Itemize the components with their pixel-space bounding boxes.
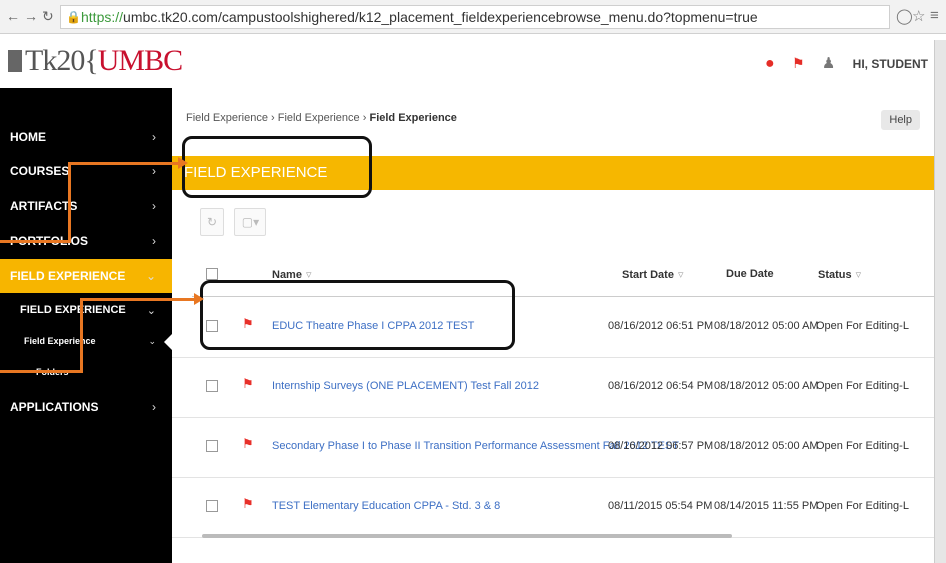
row-start-date: 08/16/2012 06:57 PM xyxy=(608,440,714,452)
annotation-box-first-row xyxy=(200,280,515,350)
url-protocol: https:// xyxy=(81,9,124,25)
row-start-date: 08/16/2012 06:54 PM xyxy=(608,380,714,392)
logo-mark-icon xyxy=(8,50,22,72)
row-due-date: 08/18/2012 05:00 AM xyxy=(714,440,819,452)
row-due-date: 08/18/2012 05:00 AM xyxy=(714,380,819,392)
chevron-right-icon: › xyxy=(152,130,156,144)
annotation-line xyxy=(0,370,82,373)
sidebar-item-home[interactable]: HOME › xyxy=(0,120,172,154)
toolbar: ↻ ▢▾ xyxy=(200,208,272,236)
sidebar-item-artifacts[interactable]: ARTIFACTS › xyxy=(0,189,172,223)
sort-icon: ▿ xyxy=(855,269,862,281)
breadcrumb-item[interactable]: Field Experience xyxy=(278,112,360,124)
annotation-line xyxy=(80,298,196,301)
flag-icon[interactable]: ⚑ xyxy=(792,55,805,71)
shield-icon[interactable]: ◯ xyxy=(896,7,913,25)
chat-bubble-icon[interactable]: ● xyxy=(765,55,775,72)
row-start-date: 08/16/2012 06:51 PM xyxy=(608,320,714,332)
breadcrumb-separator: › xyxy=(271,112,275,124)
chevron-right-icon: › xyxy=(152,234,156,248)
help-button[interactable]: Help xyxy=(881,110,920,130)
annotation-arrowhead xyxy=(178,157,188,169)
breadcrumb-item[interactable]: Field Experience xyxy=(186,112,268,124)
url-path: umbc.tk20.com/campustoolshighered/k12_pl… xyxy=(123,9,758,25)
table-row: ⚑ Secondary Phase I to Phase II Transiti… xyxy=(172,418,934,478)
row-name-link[interactable]: Internship Surveys (ONE PLACEMENT) Test … xyxy=(272,380,539,392)
sidebar-item-field-experience[interactable]: FIELD EXPERIENCE ⌄ xyxy=(0,259,172,293)
row-status: Open For Editing-L xyxy=(816,380,909,392)
user-icon[interactable]: ♟ xyxy=(822,55,835,72)
chevron-down-icon: ⌄ xyxy=(146,305,156,317)
row-start-date: 08/11/2015 05:54 PM xyxy=(608,500,713,512)
row-status: Open For Editing-L xyxy=(816,440,909,452)
sidebar-item-applications[interactable]: APPLICATIONS › xyxy=(0,390,172,424)
horizontal-scrollbar[interactable] xyxy=(202,534,732,538)
folder-button[interactable]: ▢▾ xyxy=(234,208,267,236)
breadcrumb-separator: › xyxy=(362,112,367,124)
browser-toolbar: ← → ↻ 🔒 https://umbc.tk20.com/campustool… xyxy=(0,0,946,34)
address-bar[interactable]: 🔒 https://umbc.tk20.com/campustoolshighe… xyxy=(60,5,890,29)
forward-arrow-icon[interactable]: → xyxy=(24,8,38,24)
row-due-date: 08/18/2012 05:00 AM xyxy=(714,320,819,332)
row-checkbox[interactable] xyxy=(206,440,218,452)
chevron-right-icon: › xyxy=(152,199,156,213)
user-greeting[interactable]: HI, STUDENT xyxy=(853,57,928,71)
refresh-button[interactable]: ↻ xyxy=(200,208,224,236)
menu-icon[interactable]: ≡ xyxy=(930,7,939,24)
vertical-scrollbar[interactable] xyxy=(934,40,946,563)
annotation-line xyxy=(68,162,71,243)
row-checkbox[interactable] xyxy=(206,500,218,512)
sidebar-subitem-field-experience-2[interactable]: Field Experience ⌄ xyxy=(0,336,172,354)
breadcrumb: Field Experience › Field Experience › Fi… xyxy=(186,112,457,124)
column-header-status[interactable]: Status ▿ xyxy=(818,268,861,281)
breadcrumb-current: Field Experience xyxy=(369,112,457,124)
row-name-link[interactable]: TEST Elementary Education CPPA - Std. 3 … xyxy=(272,500,500,512)
chevron-down-icon: ⌄ xyxy=(145,269,156,283)
annotation-line xyxy=(0,240,70,243)
active-pointer xyxy=(164,334,172,350)
flag-icon: ⚑ xyxy=(242,496,254,511)
row-status: Open For Editing-L xyxy=(816,500,909,512)
flag-icon: ⚑ xyxy=(242,436,254,451)
sidebar: HOME› COURSES› ARTIFACTS› PORTFOLIOS› FI… xyxy=(0,88,172,563)
annotation-line xyxy=(80,298,83,373)
column-header-due-date[interactable]: Due Date xyxy=(726,268,774,280)
row-checkbox[interactable] xyxy=(206,380,218,392)
sort-icon: ▿ xyxy=(677,269,684,281)
annotation-arrowhead xyxy=(194,293,204,305)
chevron-right-icon: › xyxy=(152,164,156,178)
back-arrow-icon[interactable]: ← xyxy=(6,8,20,24)
reload-icon[interactable]: ↻ xyxy=(42,8,54,25)
header-actions: ● ⚑ ♟ HI, STUDENT xyxy=(751,54,928,73)
star-icon[interactable]: ☆ xyxy=(912,7,925,25)
chevron-right-icon: › xyxy=(152,400,156,414)
chevron-down-icon: ⌄ xyxy=(148,336,156,346)
annotation-line xyxy=(68,162,180,165)
row-status: Open For Editing-L xyxy=(816,320,909,332)
lock-icon: 🔒 xyxy=(66,10,81,24)
select-all-checkbox[interactable] xyxy=(206,268,218,280)
sidebar-item-courses[interactable]: COURSES › xyxy=(0,154,172,188)
row-due-date: 08/14/2015 11:55 PM xyxy=(714,500,819,512)
table-row: ⚑ Internship Surveys (ONE PLACEMENT) Tes… xyxy=(172,358,934,418)
column-header-start-date[interactable]: Start Date ▿ xyxy=(622,268,684,281)
table-row: ⚑ TEST Elementary Education CPPA - Std. … xyxy=(172,478,934,538)
annotation-box-title xyxy=(182,136,372,198)
flag-icon: ⚑ xyxy=(242,376,254,391)
logo[interactable]: Tk20{UMBC xyxy=(8,44,183,78)
sidebar-subitem-field-experience[interactable]: FIELD EXPERIENCE ⌄ xyxy=(0,304,172,322)
app-header: Tk20{UMBC ● ⚑ ♟ HI, STUDENT xyxy=(0,34,946,88)
